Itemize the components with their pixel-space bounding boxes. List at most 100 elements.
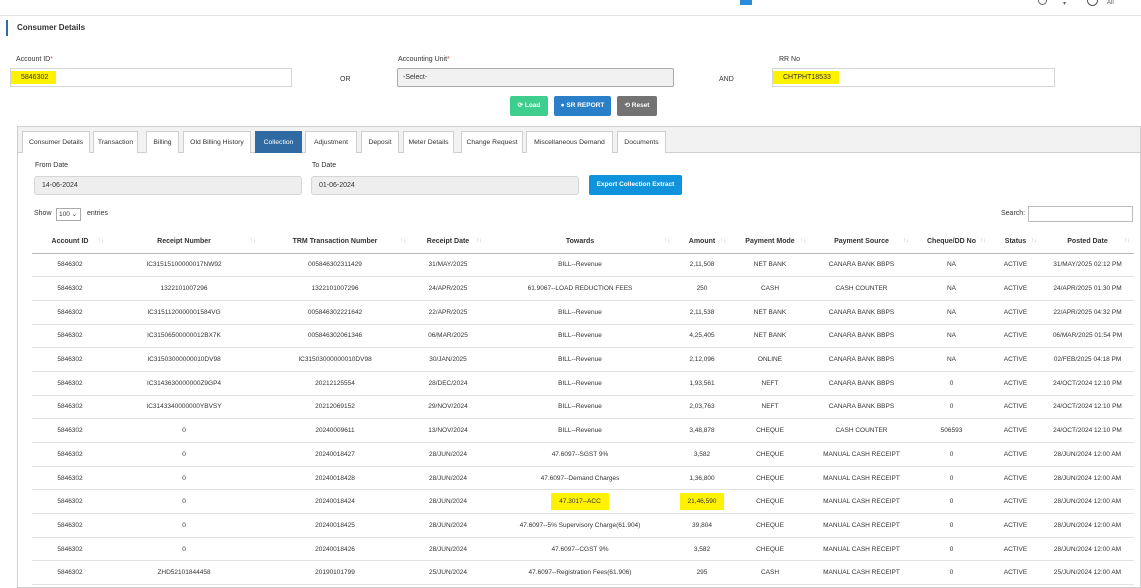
tab-deposit[interactable]: Deposit <box>361 131 399 153</box>
column-header[interactable]: Receipt Date ↑↓ <box>410 231 486 254</box>
table-row[interactable]: 5846302 0 20240018424 28/JUN/2024 47.3017--A… <box>32 489 1134 515</box>
table-row[interactable]: 5846302 IC3143630000000Z9GP4 20212125554 28… <box>32 371 1134 396</box>
column-header-label: Amount <box>688 238 716 246</box>
sort-icon[interactable]: ↑↓ <box>476 238 482 244</box>
tab-old-billing-history[interactable]: Old Billing History <box>183 131 251 153</box>
table-cell: IC3143630000000Z9GP4 <box>108 371 260 396</box>
table-row[interactable]: 5846302 IC31515100000017NW92 0058463023114… <box>32 253 1134 278</box>
tab-adjustment[interactable]: Adjustment <box>305 131 357 153</box>
table-cell: 28/JUN/2024 <box>410 513 486 538</box>
table-cell: CANARA BANK BBPS <box>810 347 913 372</box>
table-cell: 06/MAR/2025 01:54 PM <box>1041 324 1134 349</box>
entries-label: entries <box>87 210 109 217</box>
column-header[interactable]: Cheque/DD No ↑↓ <box>913 231 990 254</box>
sort-icon[interactable]: ↑↓ <box>980 238 986 244</box>
rr-no-input[interactable]: CHTPHT18533 <box>772 68 1055 87</box>
entries-select[interactable]: 100 ⌄ <box>56 208 81 221</box>
column-header[interactable]: Payment Source ↑↓ <box>810 231 913 254</box>
app-icon[interactable] <box>740 0 752 5</box>
sort-icon[interactable]: ↑↓ <box>1031 238 1037 244</box>
tab-consumer-details[interactable]: Consumer Details <box>22 131 90 153</box>
column-header[interactable]: Account ID ↑↓ <box>32 231 108 254</box>
tab-collection[interactable]: Collection <box>255 131 302 153</box>
cell-value: 1,36,800 <box>689 474 715 482</box>
reset-button[interactable]: ⟲ Reset <box>617 96 657 116</box>
table-cell: 47.6097--Registration Fees(61.906) <box>486 560 674 586</box>
sort-icon[interactable]: ↑↓ <box>400 238 406 244</box>
cell-value: 5846302 <box>57 332 83 340</box>
table-row[interactable]: 5846302 0 20240018425 28/JUN/2024 47.6097--5… <box>32 513 1134 538</box>
sort-icon[interactable]: ↑↓ <box>664 238 670 244</box>
cell-value: 506593 <box>940 427 963 435</box>
column-header[interactable]: Receipt Number ↑↓ <box>108 231 260 254</box>
table-cell: BILL--Revenue <box>486 324 674 349</box>
from-date-input[interactable]: 14-06-2024 <box>34 176 302 195</box>
cell-value: BILL--Revenue <box>558 308 602 316</box>
sort-icon[interactable]: ↑↓ <box>720 238 726 244</box>
account-id-input[interactable]: 5846302 <box>10 68 292 87</box>
table-cell: 0 <box>913 513 990 538</box>
cell-value: 24/OCT/2024 12:10 PM <box>1053 403 1122 411</box>
cell-value: 0 <box>182 498 186 506</box>
table-row[interactable]: 5846302 IC3143340000000YBVSY 20212069152 29… <box>32 395 1134 420</box>
cell-value: 20190101799 <box>315 569 355 577</box>
tab-billing[interactable]: Billing <box>146 131 179 153</box>
load-button[interactable]: ⟳ Load <box>510 96 548 116</box>
cell-value: 20240018424 <box>315 498 355 506</box>
column-header[interactable]: Payment Mode ↑↓ <box>730 231 810 254</box>
table-cell: NA <box>913 253 990 278</box>
sort-icon[interactable]: ↑↓ <box>800 238 806 244</box>
column-header-label: Posted Date <box>1067 238 1108 246</box>
to-date-input[interactable]: 01-06-2024 <box>311 176 579 195</box>
table-row[interactable]: 5846302 IC3151120000001584VG 0058463022216… <box>32 300 1134 325</box>
table-row[interactable]: 5846302 1322101007296 1322101007296 24/APR/… <box>32 276 1134 301</box>
dropdown-arrow-icon[interactable]: ▾ <box>1063 0 1066 7</box>
column-header[interactable]: Amount ↑↓ <box>674 231 730 254</box>
accounting-unit-select[interactable]: -Select- <box>397 68 674 87</box>
sr-report-button[interactable]: ● SR REPORT <box>554 96 611 116</box>
table-cell: BILL--Revenue <box>486 300 674 325</box>
table-cell: CASH <box>730 276 810 301</box>
tab-change-request[interactable]: Change Request <box>461 131 523 153</box>
sort-icon[interactable]: ↑↓ <box>98 238 104 244</box>
cell-value: MANUAL CASH RECEIPT <box>823 545 900 553</box>
sort-icon[interactable]: ↑↓ <box>1124 238 1130 244</box>
column-header[interactable]: Towards ↑↓ <box>486 231 674 254</box>
tab-transaction[interactable]: Transaction <box>93 131 138 153</box>
user-icon[interactable] <box>1087 0 1098 6</box>
tab-miscellaneous-demand[interactable]: Miscellaneous Demand <box>526 131 613 153</box>
column-header[interactable]: Posted Date ↑↓ <box>1041 231 1134 254</box>
tabs-container: Consumer Details Transaction Billing Old… <box>17 126 1141 588</box>
search-input[interactable] <box>1028 206 1133 222</box>
table-row[interactable]: 5846302 0 20240018428 28/JUN/2024 47.6097--D… <box>32 466 1134 491</box>
table-row[interactable]: 5846302 0 20240018427 28/JUN/2024 47.6097--S… <box>32 442 1134 467</box>
table-cell: 28/JUN/2024 12:00 AM <box>1041 489 1134 515</box>
cell-value: 3,582 <box>693 545 711 553</box>
table-row[interactable]: 5846302 IC31506500000012BX7K 0058463020613… <box>32 324 1134 349</box>
table-row[interactable]: 5846302 ZHD52101844458 20190101799 25/JUN/2… <box>32 560 1134 586</box>
cell-value: 2,12,096 <box>689 356 715 364</box>
table-cell: NA <box>913 276 990 301</box>
column-header-label: Cheque/DD No <box>927 238 976 246</box>
cell-value: NET BANK <box>753 308 787 316</box>
cell-value: BILL--Revenue <box>558 356 602 364</box>
tab-documents[interactable]: Documents <box>617 131 666 153</box>
table-cell: 2,11,538 <box>674 300 730 325</box>
table-cell: 20212069152 <box>260 395 410 420</box>
help-icon[interactable] <box>1038 0 1047 5</box>
table-cell: 250 <box>674 276 730 301</box>
table-cell: CASH COUNTER <box>810 418 913 443</box>
table-row[interactable]: 5846302 0 20240018426 28/JUN/2024 47.6097--C… <box>32 537 1134 562</box>
sort-icon[interactable]: ↑↓ <box>903 238 909 244</box>
table-row[interactable]: 5846302 0 20240009611 13/NOV/2024 BILL--Reve… <box>32 418 1134 443</box>
tab-meter-details[interactable]: Meter Details <box>403 131 454 153</box>
cell-value: CANARA BANK BBPS <box>828 261 895 269</box>
sort-icon[interactable]: ↑↓ <box>250 238 256 244</box>
cell-value: 47.6097--Registration Fees(61.906) <box>528 569 632 577</box>
table-row[interactable]: 5846302 IC31503000000010DV98 IC31503000000… <box>32 347 1134 372</box>
cell-value: IC31515100000017NW92 <box>146 261 222 269</box>
column-header[interactable]: Status ↑↓ <box>990 231 1041 254</box>
column-header[interactable]: TRM Transaction Number ↑↓ <box>260 231 410 254</box>
table-cell: 0 <box>913 489 990 515</box>
export-collection-extract-button[interactable]: Export Collection Extract <box>589 175 682 195</box>
